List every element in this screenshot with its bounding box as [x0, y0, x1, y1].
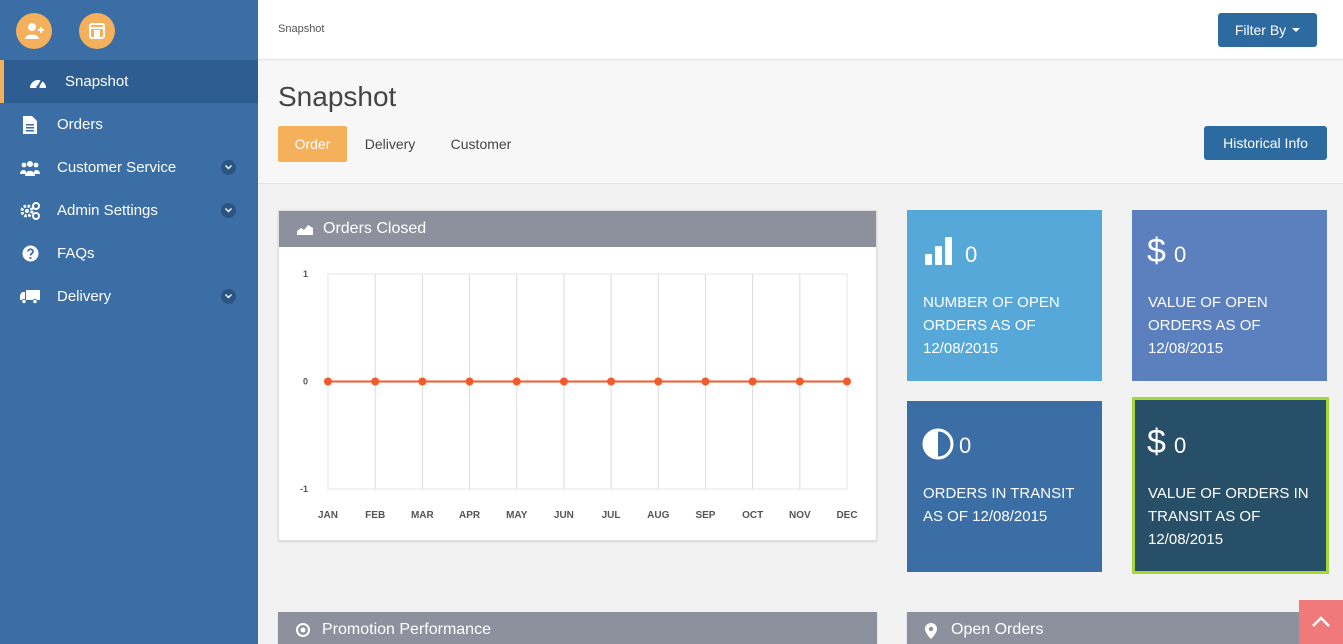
- half-circle-icon: [922, 428, 954, 460]
- data-point: [418, 377, 427, 386]
- page-header: Snapshot Order Delivery Customer Histori…: [258, 61, 1343, 184]
- sidebar: Snapshot Orders Customer Service Admin S…: [0, 0, 258, 644]
- x-tick-label: DEC: [836, 510, 857, 521]
- tab-order[interactable]: Order: [278, 126, 347, 162]
- orders-closed-chart: 1 0 -1 JAN FEB MAR APR MAY JUN JUL AUG SEP OCT NOV DEC: [300, 269, 858, 521]
- bar-chart-icon: [925, 237, 952, 265]
- filter-by-button[interactable]: Filter By: [1218, 13, 1317, 47]
- truck-icon: [20, 287, 40, 307]
- sidebar-top: [0, 0, 258, 60]
- add-user-button[interactable]: [16, 13, 52, 49]
- promotion-performance-panel: Promotion Performance: [278, 612, 877, 644]
- sidebar-item-customer-service[interactable]: Customer Service: [0, 146, 258, 189]
- x-tick-label: MAR: [411, 510, 435, 521]
- x-tick-label: APR: [459, 510, 481, 521]
- store-button[interactable]: [79, 13, 115, 49]
- open-orders-header[interactable]: Open Orders: [907, 612, 1327, 644]
- chevron-down-icon[interactable]: [221, 160, 236, 175]
- panel-title: Open Orders: [951, 621, 1044, 638]
- tile-label: NUMBER OF OPEN ORDERS AS OF 12/08/2015: [923, 294, 1060, 357]
- data-point: [795, 377, 804, 386]
- gears-icon: [20, 201, 40, 221]
- main-content: Orders Closed 1 0 -1 JAN FEB MAR APR MAY JUN JUL A…: [258, 185, 1343, 644]
- document-icon: [20, 115, 40, 135]
- tile-value: 0: [1174, 242, 1187, 267]
- sidebar-item-label: FAQs: [57, 245, 95, 262]
- store-icon: [89, 23, 105, 39]
- tile-open-orders-value[interactable]: $ 0 VALUE OF OPEN ORDERS AS OF 12/08/201…: [1132, 210, 1327, 381]
- data-point: [324, 377, 332, 386]
- panel-title: Orders Closed: [323, 220, 427, 237]
- chevron-down-icon[interactable]: [221, 203, 236, 218]
- tile-value: 0: [1174, 433, 1187, 458]
- tile-orders-in-transit[interactable]: 0 ORDERS IN TRANSIT AS OF 12/08/2015: [907, 401, 1102, 572]
- promotion-performance-header[interactable]: Promotion Performance: [278, 612, 877, 644]
- tile-value: 0: [965, 242, 978, 267]
- sidebar-item-label: Delivery: [57, 288, 112, 305]
- tile-label: VALUE OF ORDERS IN TRANSIT AS OF 12/08/2…: [1148, 485, 1309, 548]
- historical-info-button[interactable]: Historical Info: [1204, 126, 1327, 160]
- x-tick-label: NOV: [789, 510, 811, 521]
- page-title: Snapshot: [278, 81, 397, 112]
- x-tick-label: AUG: [647, 510, 669, 521]
- data-point: [843, 377, 851, 386]
- y-tick-label: -1: [300, 484, 308, 494]
- tile-open-orders-count[interactable]: 0 NUMBER OF OPEN ORDERS AS OF 12/08/2015: [907, 210, 1102, 381]
- sidebar-item-label: Customer Service: [57, 159, 177, 176]
- dollar-icon: $: [1147, 232, 1166, 270]
- chevron-up-icon: [1312, 616, 1330, 627]
- x-tick-label: JAN: [318, 510, 338, 521]
- y-tick-label: 0: [303, 377, 308, 387]
- tile-label: VALUE OF OPEN ORDERS AS OF 12/08/2015: [1148, 294, 1268, 357]
- sidebar-item-delivery[interactable]: Delivery: [0, 275, 258, 318]
- sidebar-item-orders[interactable]: Orders: [0, 103, 258, 146]
- tab-delivery[interactable]: Delivery: [355, 126, 425, 162]
- data-point: [654, 377, 663, 386]
- tile-label: ORDERS IN TRANSIT AS OF 12/08/2015: [923, 485, 1075, 525]
- x-tick-label: OCT: [742, 510, 763, 521]
- add-user-icon: [25, 23, 44, 39]
- orders-closed-panel: Orders Closed 1 0 -1 JAN FEB MAR APR MAY JUN JUL A…: [278, 210, 877, 541]
- top-bar: Snapshot Filter By: [258, 0, 1343, 60]
- users-icon: [20, 158, 40, 178]
- data-point: [607, 377, 616, 386]
- chevron-down-icon[interactable]: [221, 289, 236, 304]
- sidebar-item-admin-settings[interactable]: Admin Settings: [0, 189, 258, 232]
- caret-down-icon: [1292, 28, 1301, 32]
- orders-closed-header: Orders Closed: [279, 211, 876, 247]
- open-orders-panel: Open Orders: [907, 612, 1327, 644]
- dashboard-icon: [28, 72, 48, 92]
- tile-value: 0: [959, 433, 972, 458]
- y-tick-label: 1: [303, 269, 308, 279]
- sidebar-item-snapshot[interactable]: Snapshot: [0, 60, 258, 103]
- x-tick-label: FEB: [365, 510, 385, 521]
- data-point: [748, 377, 757, 386]
- breadcrumb[interactable]: Snapshot: [278, 23, 324, 35]
- data-point: [371, 377, 380, 386]
- dollar-icon: $: [1147, 423, 1166, 461]
- sidebar-item-label: Snapshot: [65, 73, 129, 90]
- map-marker-icon: [925, 623, 941, 639]
- data-point: [465, 377, 474, 386]
- scroll-to-top-button[interactable]: [1299, 600, 1343, 644]
- sidebar-item-label: Admin Settings: [57, 202, 158, 219]
- data-point: [701, 377, 710, 386]
- area-chart-icon: [297, 222, 313, 236]
- filter-by-label: Filter By: [1234, 22, 1287, 38]
- data-point: [559, 377, 568, 386]
- data-point: [512, 377, 521, 386]
- x-tick-label: JUL: [602, 510, 621, 521]
- x-tick-label: SEP: [695, 510, 715, 521]
- panel-title: Promotion Performance: [322, 621, 491, 638]
- sidebar-item-faqs[interactable]: FAQs: [0, 232, 258, 275]
- question-icon: [20, 244, 40, 264]
- tab-customer[interactable]: Customer: [440, 126, 522, 162]
- x-tick-label: JUN: [554, 510, 574, 521]
- target-icon: [296, 623, 312, 637]
- tile-value-in-transit[interactable]: $ 0 VALUE OF ORDERS IN TRANSIT AS OF 12/…: [1132, 397, 1329, 574]
- x-tick-label: MAY: [506, 510, 528, 521]
- sidebar-item-label: Orders: [57, 116, 103, 133]
